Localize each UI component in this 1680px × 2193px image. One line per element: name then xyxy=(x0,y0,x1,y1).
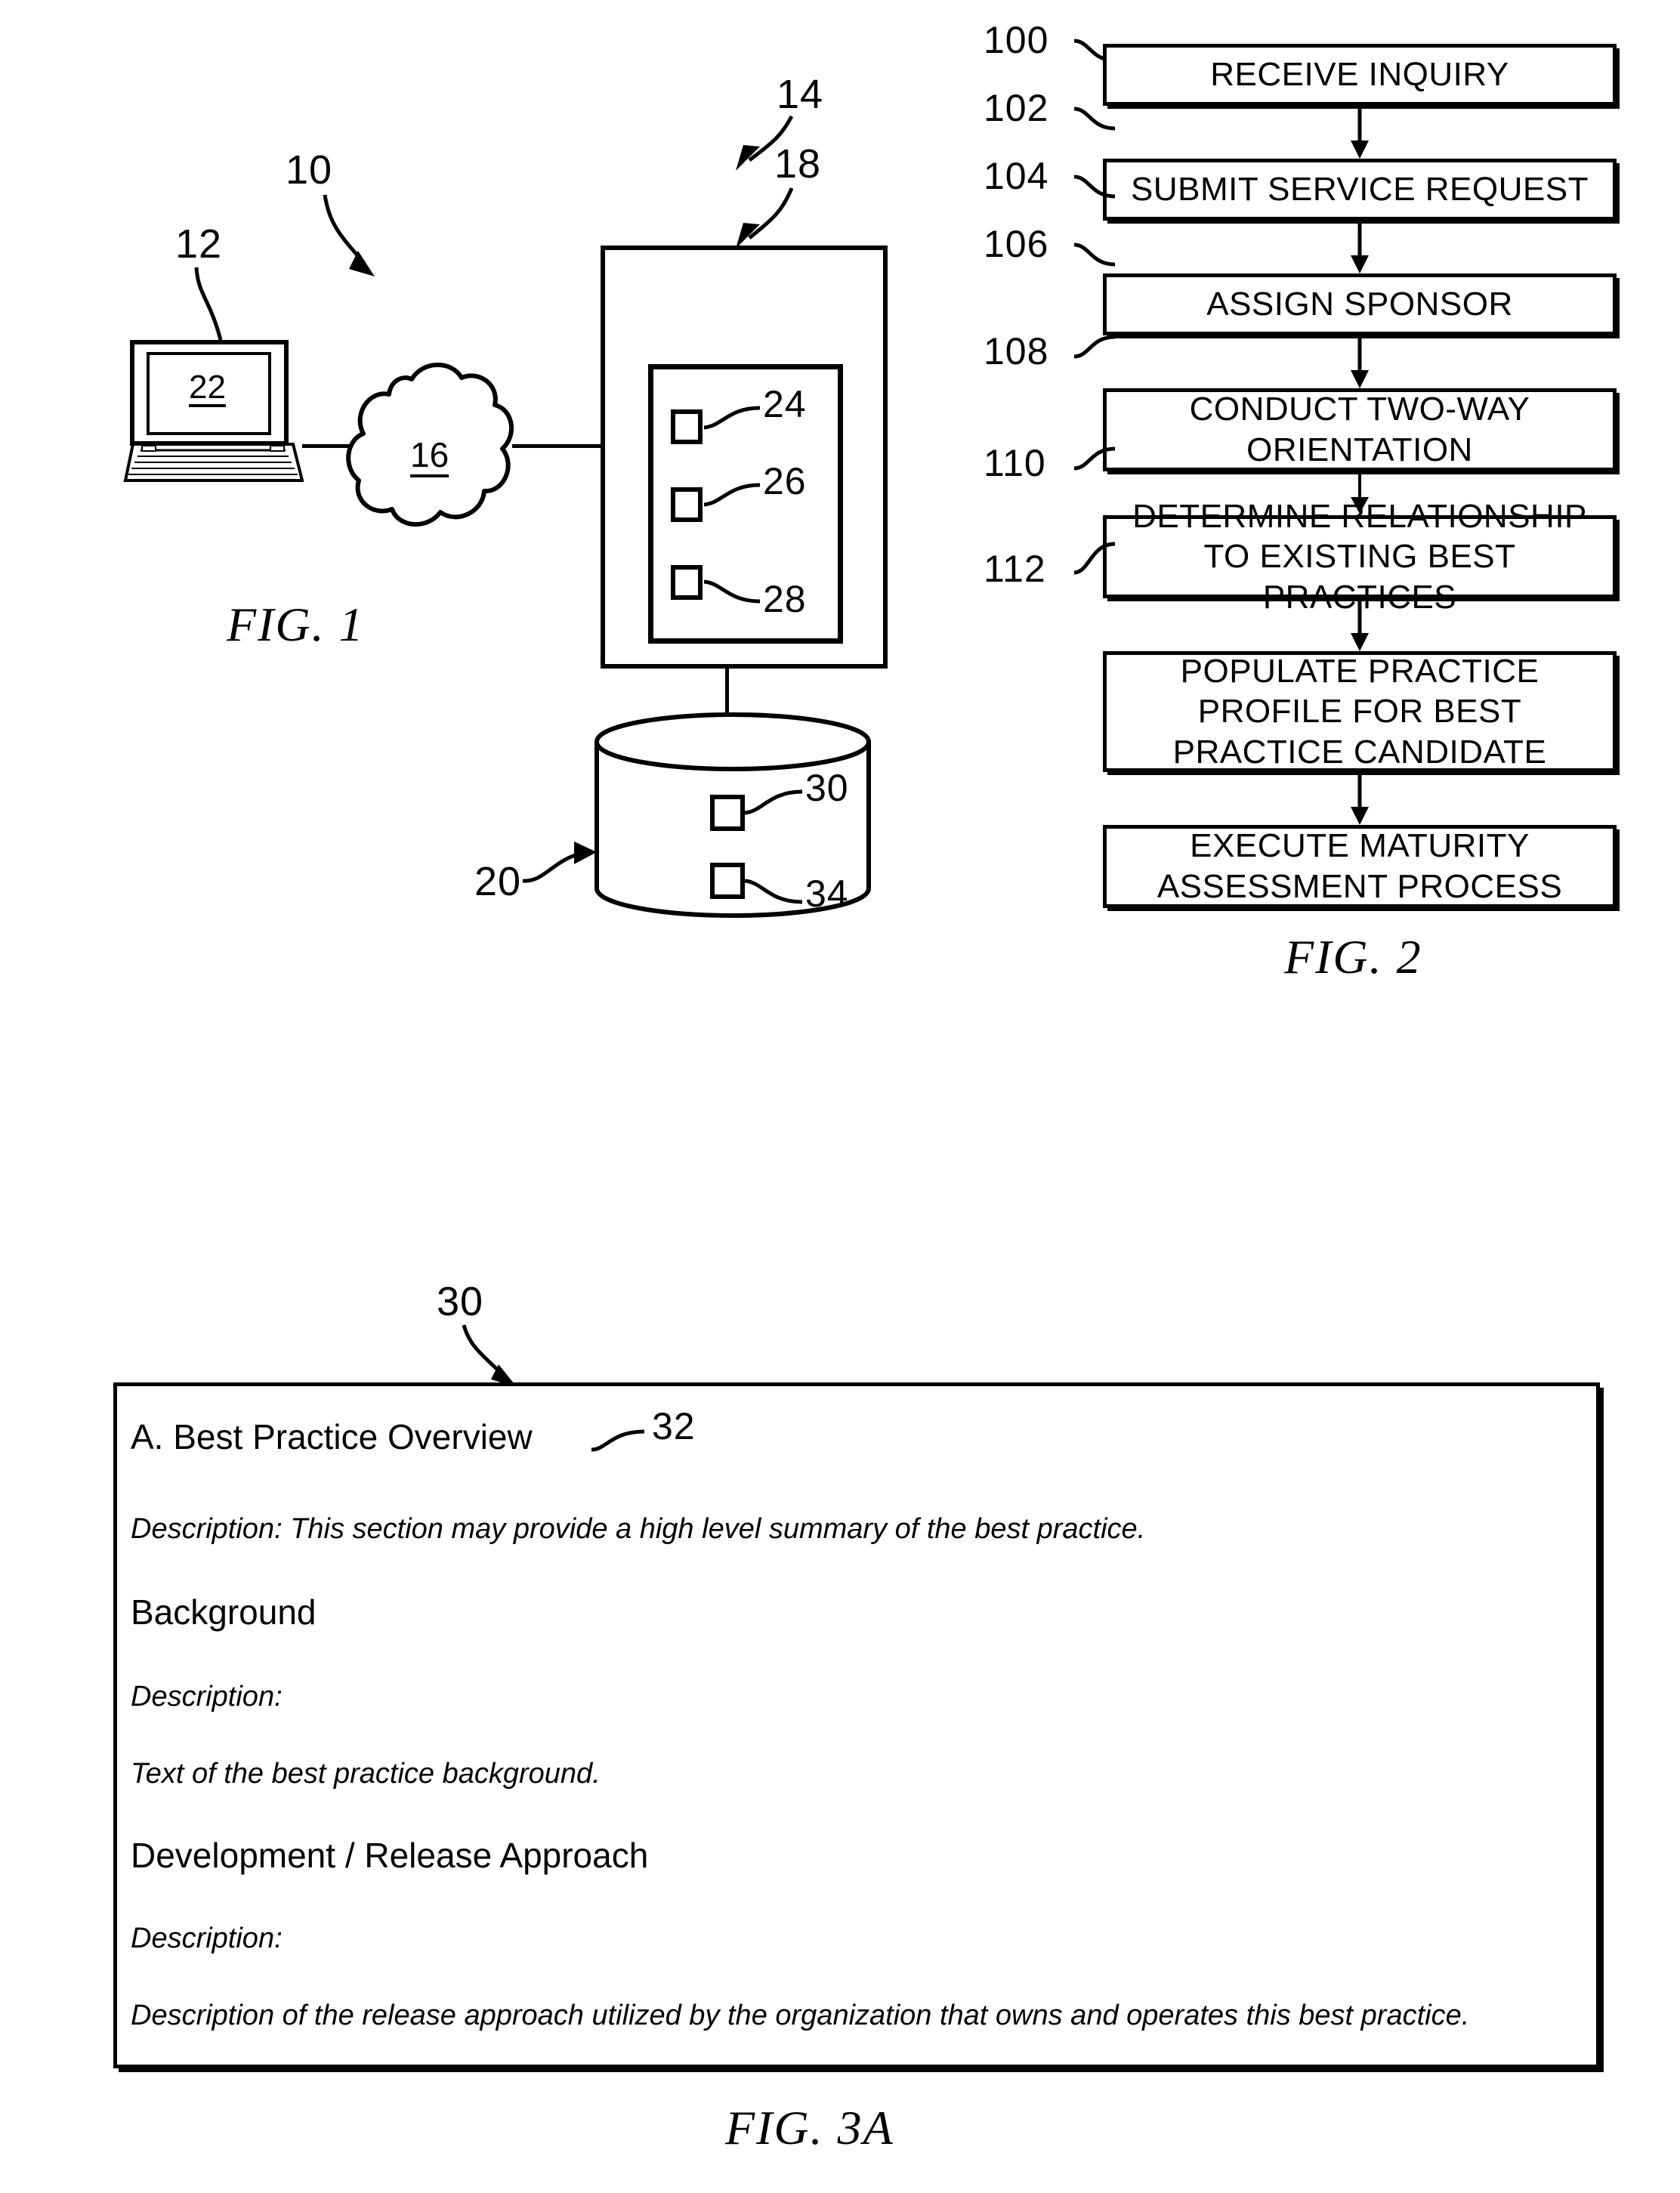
leader-line-112 xyxy=(1073,542,1116,575)
figure-3a: 30 A. Best Practice Overview 32 Descript… xyxy=(0,1277,1680,2193)
module-square-28 xyxy=(671,565,703,600)
patent-figure-sheet: 10 12 22 16 14 18 24 26 28 FIG. 1 30 34 … xyxy=(0,0,1680,2193)
module-square-24 xyxy=(671,409,703,444)
ref-34-record: 34 xyxy=(805,873,849,915)
link-network-server xyxy=(512,444,603,448)
figure-1-caption: FIG. 1 xyxy=(227,598,365,651)
ref-108-step: 108 xyxy=(984,330,1049,372)
ref-14-server: 14 xyxy=(777,72,824,117)
ref-32-section: 32 xyxy=(652,1405,696,1447)
ref-12-client: 12 xyxy=(175,221,223,267)
leader-line-28 xyxy=(703,579,761,604)
flow-step-execute-maturity-assessment[interactable]: EXECUTE MATURITY ASSESSMENT PROCESS xyxy=(1103,825,1617,908)
leader-line-32 xyxy=(591,1429,645,1452)
ref-26-module: 26 xyxy=(763,460,807,502)
doc-body-background-description-label: Description: xyxy=(131,1681,283,1713)
flow-arrow-6 xyxy=(1351,772,1369,825)
laptop-base xyxy=(123,443,304,482)
flow-step-label: CONDUCT TWO-WAY ORIENTATION xyxy=(1189,391,1530,468)
flow-step-label: ASSIGN SPONSOR xyxy=(1206,286,1513,323)
figure-1: 10 12 22 16 14 18 24 26 28 FIG. 1 xyxy=(0,0,937,723)
flow-arrow-2 xyxy=(1351,221,1369,273)
ref-18-application: 18 xyxy=(774,141,822,187)
ref-104-step: 104 xyxy=(984,155,1049,197)
figure-2-caption: FIG. 2 xyxy=(1284,930,1422,984)
flow-step-label: SUBMIT SERVICE REQUEST xyxy=(1131,171,1589,208)
doc-heading-development-release-approach: Development / Release Approach xyxy=(131,1836,649,1875)
record-square-30 xyxy=(710,795,745,831)
ref-110-step: 110 xyxy=(984,442,1046,484)
doc-body-overview-description: Description: This section may provide a … xyxy=(131,1513,1146,1545)
leader-line-30 xyxy=(744,789,803,815)
ref-112-step: 112 xyxy=(984,548,1046,590)
ref-102-step: 102 xyxy=(984,87,1049,129)
ref-30-record: 30 xyxy=(805,767,849,809)
ref-100-step: 100 xyxy=(984,19,1049,61)
ref-16-network: 16 xyxy=(410,435,449,474)
practice-profile-document: A. Best Practice Overview 32 Description… xyxy=(113,1382,1600,2068)
flow-step-determine-relationship[interactable]: DETERMINE RELATIONSHIP TO EXISTING BEST … xyxy=(1103,498,1617,616)
flow-arrow-5 xyxy=(1351,598,1369,651)
flow-step-label: POPULATE PRACTICE PROFILE FOR BEST PRACT… xyxy=(1172,652,1547,771)
flow-step-conduct-two-way-orientation[interactable]: CONDUCT TWO-WAY ORIENTATION xyxy=(1103,388,1617,471)
leader-line-102 xyxy=(1073,107,1116,131)
database-cylinder: 30 34 xyxy=(582,710,884,922)
module-square-26 xyxy=(671,487,703,522)
flow-step-receive-inquiry[interactable]: RECEIVE INQUIRY xyxy=(1103,44,1617,106)
record-square-34 xyxy=(710,863,745,899)
leader-line-24 xyxy=(703,406,761,430)
ref-28-module: 28 xyxy=(763,578,807,620)
leader-line-12 xyxy=(194,267,223,341)
leader-line-30-profile xyxy=(462,1324,517,1387)
ref-106-step: 106 xyxy=(984,223,1049,265)
flow-arrow-3 xyxy=(1351,335,1369,388)
flow-step-label: RECEIVE INQUIRY xyxy=(1210,56,1509,94)
doc-heading-overview: A. Best Practice Overview xyxy=(131,1417,533,1456)
leader-line-18 xyxy=(736,187,794,249)
doc-body-release-description-text: Description of the release approach util… xyxy=(131,2000,1470,2031)
leader-line-110 xyxy=(1073,446,1116,471)
doc-body-background-text: Text of the best practice background. xyxy=(131,1758,601,1790)
leader-line-26 xyxy=(703,483,761,507)
ref-10-system: 10 xyxy=(286,147,333,193)
leader-line-20 xyxy=(522,842,597,883)
flow-arrow-1 xyxy=(1351,106,1369,159)
leader-line-34 xyxy=(744,879,803,904)
ref-20-database: 20 xyxy=(474,859,522,904)
doc-body-release-description-label: Description: xyxy=(131,1923,283,1954)
ref-24-module: 24 xyxy=(763,383,807,425)
leader-line-108 xyxy=(1073,335,1116,359)
leader-line-104 xyxy=(1073,175,1116,199)
leader-line-10 xyxy=(323,194,375,276)
flow-step-label: EXECUTE MATURITY ASSESSMENT PROCESS xyxy=(1157,827,1563,905)
flow-step-submit-service-request[interactable]: SUBMIT SERVICE REQUEST xyxy=(1103,159,1617,221)
client-laptop-icon: 22 xyxy=(122,340,304,483)
leader-line-106 xyxy=(1073,242,1116,267)
ref-30-practice-profile: 30 xyxy=(437,1279,484,1324)
figure-3a-caption: FIG. 3A xyxy=(725,2101,894,2154)
figure-2: 100 RECEIVE INQUIRY 102 SUBMIT SERVICE R… xyxy=(967,0,1680,1178)
doc-heading-background: Background xyxy=(131,1592,317,1632)
flow-step-populate-practice-profile[interactable]: POPULATE PRACTICE PROFILE FOR BEST PRACT… xyxy=(1103,651,1617,772)
ref-22-browser: 22 xyxy=(189,369,226,406)
flow-step-assign-sponsor[interactable]: ASSIGN SPONSOR xyxy=(1103,273,1617,335)
